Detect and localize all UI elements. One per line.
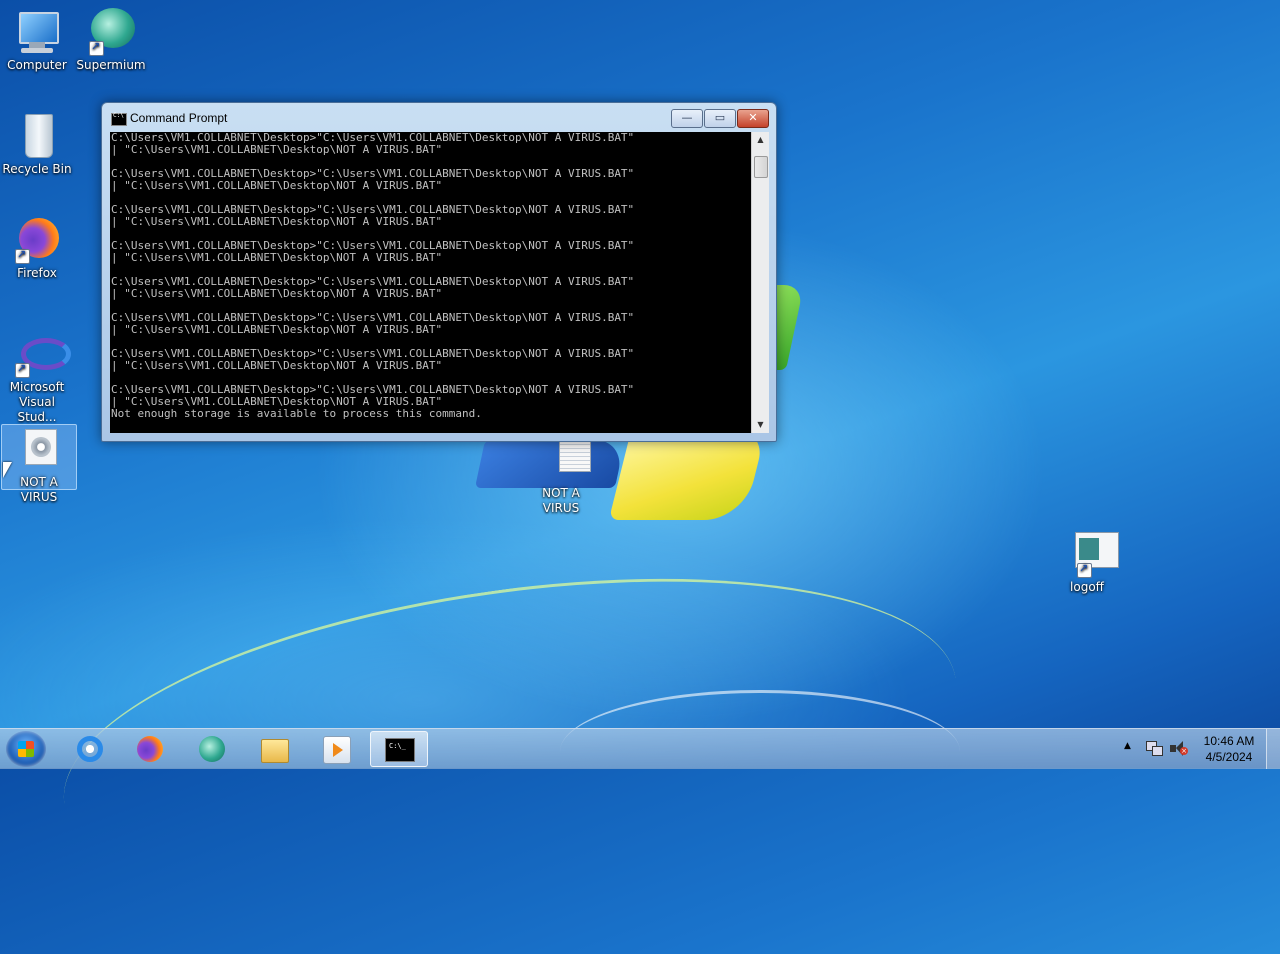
command-prompt-icon [111,112,127,126]
computer-icon [13,8,61,56]
batch-file-icon [15,425,63,473]
console-output-area[interactable]: C:\Users\VM1.COLLABNET\Desktop>"C:\Users… [110,132,751,433]
taskbar-item-media-player[interactable] [310,731,362,767]
taskbar: C:\_ ▲ × 10:46 AM 4/5/2024 [0,728,1280,769]
close-button[interactable]: ✕ [737,109,769,128]
scroll-down-icon[interactable]: ▼ [752,417,769,433]
shortcut-arrow-icon [89,39,104,56]
show-hidden-icons-button[interactable]: ▲ [1124,741,1131,751]
desktop-icon-visual-studio[interactable]: Microsoft Visual Stud... [0,330,74,425]
taskbar-item-supermium[interactable] [186,731,238,767]
clock-time: 10:46 AM [1203,734,1255,748]
window-title: Command Prompt [130,111,228,125]
desktop-icon-label: Microsoft Visual Stud... [9,380,65,424]
minimize-button[interactable]: — [671,109,703,128]
vertical-scrollbar[interactable]: ▲ ▼ [751,132,769,433]
desktop-icon-label: NOT A VIRUS [20,475,58,504]
desktop-icon-label: NOT A VIRUS [542,486,580,515]
internet-explorer-icon [77,736,103,762]
desktop-icon-logoff[interactable]: logoff [1050,530,1124,595]
taskbar-item-command-prompt[interactable]: C:\_ [370,731,428,767]
desktop-icon-label: logoff [1070,580,1104,594]
visual-studio-icon [13,330,71,378]
network-icon[interactable] [1146,741,1163,756]
media-player-icon [323,736,351,764]
recycle-bin-icon [13,112,61,160]
windows-logo-yellow-pane [608,430,767,520]
taskbar-clock[interactable]: 10:46 AM 4/5/2024 [1196,733,1262,765]
scrollbar-thumb[interactable] [754,156,768,178]
desktop-icon-supermium[interactable]: Supermium [74,8,148,73]
desktop-icon-label: Supermium [76,58,146,72]
scroll-up-icon[interactable]: ▲ [752,132,769,148]
command-prompt-window[interactable]: Command Prompt — ▭ ✕ C:\Users\VM1.COLLAB… [101,102,777,442]
mouse-cursor-icon [3,462,12,478]
file-explorer-icon [261,739,289,763]
minimize-icon: — [681,111,693,124]
firefox-icon [137,736,163,762]
show-desktop-button[interactable] [1266,729,1280,769]
desktop-icon-not-a-virus-bat[interactable]: NOT A VIRUS [1,424,77,504]
shortcut-arrow-icon [1077,561,1092,578]
supermium-icon [199,736,225,762]
desktop-icon-label: Computer [7,58,67,72]
volume-muted-icon[interactable]: × [1170,741,1188,757]
maximize-button[interactable]: ▭ [704,109,736,128]
text-file-icon [537,436,591,484]
desktop-icon-firefox[interactable]: Firefox [0,216,74,281]
shortcut-arrow-icon [15,247,30,264]
supermium-icon [87,8,135,56]
desktop-icon-computer[interactable]: Computer [0,8,74,73]
maximize-icon: ▭ [714,111,726,124]
start-button[interactable] [6,731,46,767]
taskbar-item-file-explorer[interactable] [248,731,300,767]
firefox-icon [13,216,61,264]
console-text: C:\Users\VM1.COLLABNET\Desktop>"C:\Users… [111,132,635,420]
desktop-icon-recycle-bin[interactable]: Recycle Bin [0,112,74,177]
clock-date: 4/5/2024 [1205,750,1253,764]
command-prompt-icon: C:\_ [385,738,415,762]
taskbar-item-firefox[interactable] [124,731,176,767]
logoff-icon [1063,530,1119,578]
taskbar-item-internet-explorer[interactable] [64,731,116,767]
shortcut-arrow-icon [15,361,30,378]
desktop-icon-label: Recycle Bin [2,162,72,176]
desktop-icon-not-a-virus-txt[interactable]: NOT A VIRUS [524,436,598,516]
close-icon: ✕ [748,111,758,124]
desktop-icon-label: Firefox [17,266,57,280]
